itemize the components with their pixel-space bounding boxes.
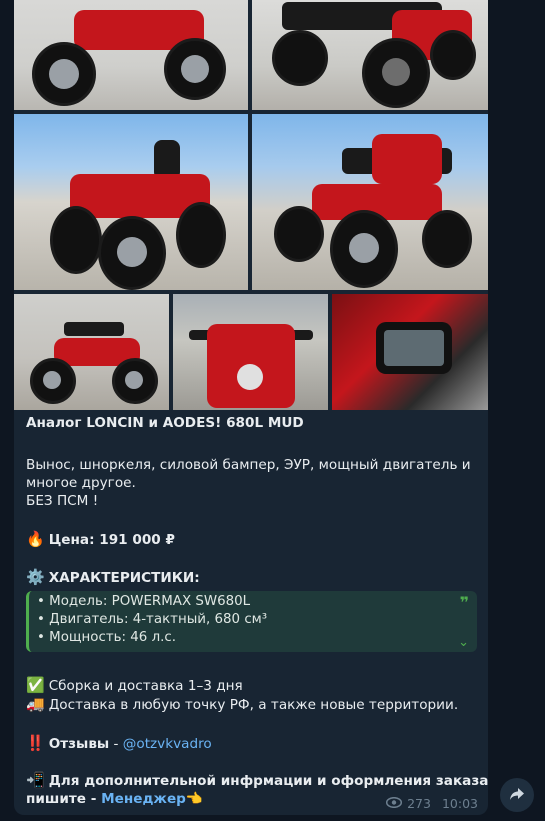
photo-6[interactable] [173,294,328,410]
photo-2[interactable] [252,0,488,110]
spec-model: • Модель: POWERMAX SW680L [37,594,251,609]
contact-text-1: Для дополнительной инфрмации и оформлени… [48,773,488,789]
message-time: 10:03 [441,796,478,811]
eye-icon [386,796,403,811]
photo-1[interactable] [14,0,248,110]
spec-engine: • Двигатель: 4-тактный, 680 см³ [37,612,268,627]
specs-header-text: ХАРАКТЕРИСТИКИ: [48,570,200,586]
price-line: 🔥 Цена: 191 000 ₽ [26,530,175,549]
specs-header: ⚙️ ХАРАКТЕРИСТИКИ: [26,568,200,587]
spec-power: • Мощность: 46 л.с. [37,630,177,645]
reviews-label: Отзывы [48,736,110,752]
photo-4[interactable] [252,114,488,290]
double-exclamation-icon: ‼️ [26,734,45,752]
share-button[interactable] [500,778,534,812]
truck-icon: 🚚 [26,695,45,713]
share-icon [509,786,525,805]
pointing-hand-icon: 👈 [185,791,203,807]
delivery-line: 🚚 Доставка в любую точку РФ, а также новы… [26,695,458,714]
assembly-text: Сборка и доставка 1–3 дня [48,678,243,694]
specs-quote[interactable]: • Модель: POWERMAX SW680L • Двигатель: 4… [26,591,477,652]
reviews-separator: - [109,736,123,752]
message-title: Аналог LONCIN и AODES! 680L MUD [26,415,304,431]
contact-text-2: пишите - [26,791,102,807]
price-text: Цена: 191 000 ₽ [48,532,175,548]
contact-line-2: пишите - Менеджер👈 [26,790,203,808]
description-line-3: БЕЗ ПСМ ! [26,493,99,509]
message-bubble: Аналог LONCIN и AODES! 680L MUD Вынос, ш… [14,0,488,815]
description-line-1: Вынос, шноркеля, силовой бампер, ЭУР, мо… [26,457,471,473]
quote-icon: ❞ [459,593,469,612]
reviews-link[interactable]: @otzvkvadro [123,736,212,752]
photo-7[interactable] [332,294,488,410]
delivery-text: Доставка в любую точку РФ, а также новые… [48,697,459,713]
message-meta: 273 10:03 [386,796,478,811]
view-count: 273 [407,796,431,811]
manager-link[interactable]: Менеджер [101,791,186,807]
photo-5[interactable] [14,294,169,410]
chevron-down-icon[interactable]: ⌄ [458,635,469,650]
contact-line-1: 📲 Для дополнительной инфрмации и оформлен… [26,771,488,790]
gear-icon: ⚙️ [26,568,45,586]
assembly-line: ✅ Сборка и доставка 1–3 дня [26,676,243,695]
reviews-line: ‼️ Отзывы - @otzvkvadro [26,734,212,753]
photo-3[interactable] [14,114,248,290]
phone-icon: 📲 [26,771,45,789]
description-line-2: многое другое. [26,475,136,491]
check-icon: ✅ [26,676,45,694]
fire-icon: 🔥 [26,530,45,548]
